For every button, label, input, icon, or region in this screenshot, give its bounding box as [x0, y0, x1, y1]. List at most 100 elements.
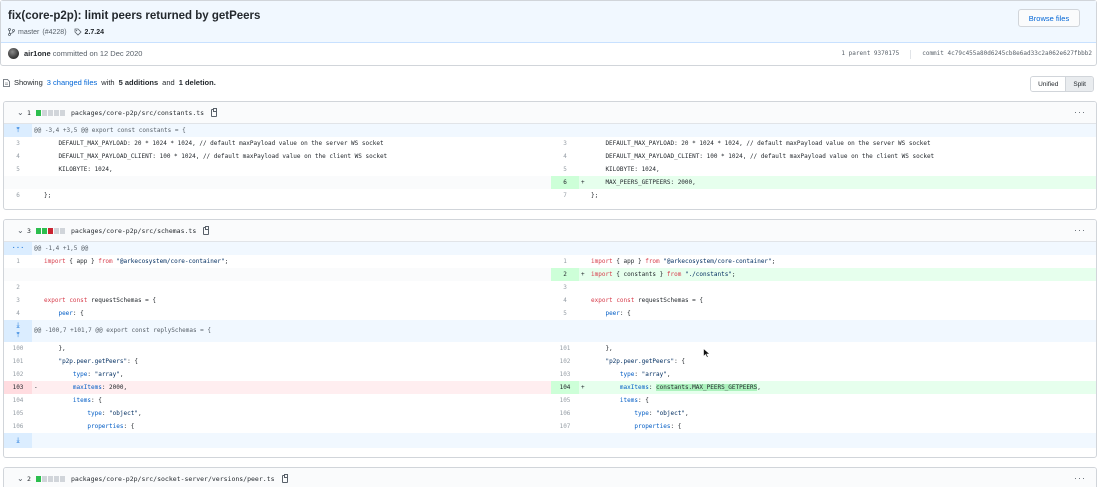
- expand-icon[interactable]: ⤓ ⤒: [4, 320, 32, 342]
- file-header: ⌄ 3 packages/core-p2p/src/schemas.ts ···: [4, 220, 1096, 242]
- expand-icon[interactable]: ···: [4, 242, 32, 255]
- code-line: peer: {: [605, 310, 631, 317]
- file-header: ⌄ 1 packages/core-p2p/src/constants.ts ·…: [4, 102, 1096, 124]
- line-number[interactable]: 4: [551, 150, 579, 163]
- line-number[interactable]: 6: [4, 189, 32, 202]
- code-line: DEFAULT_MAX_PAYLOAD_CLIENT: 100 * 1024, …: [591, 153, 935, 160]
- copy-icon[interactable]: [211, 107, 218, 117]
- chevron-down-icon[interactable]: ⌄: [17, 226, 27, 235]
- kebab-icon[interactable]: ···: [1074, 225, 1086, 235]
- line-number[interactable]: 1: [4, 255, 32, 268]
- line-number[interactable]: 3: [551, 281, 579, 294]
- diff-row: 6}; 7};: [4, 189, 1096, 202]
- browse-files-button[interactable]: Browse files: [1018, 9, 1080, 27]
- line-number[interactable]: 105: [551, 394, 579, 407]
- commit-author-line: air1one committed on 12 Dec 2020: [24, 49, 142, 58]
- line-number[interactable]: 7: [551, 189, 579, 202]
- chevron-down-icon[interactable]: ⌄: [17, 474, 27, 483]
- branch-name[interactable]: master: [18, 29, 39, 36]
- line-number[interactable]: 3: [551, 137, 579, 150]
- divider: [910, 50, 912, 59]
- line-number[interactable]: 103: [4, 381, 32, 394]
- line-number[interactable]: 5: [551, 163, 579, 176]
- right-side: 3 DEFAULT_MAX_PAYLOAD: 20 * 1024 * 1024,…: [551, 137, 1096, 150]
- expand-icon[interactable]: ⤒: [4, 124, 32, 137]
- right-side: 7};: [551, 189, 1096, 202]
- right-side: 101 },: [551, 342, 1096, 355]
- line-number[interactable]: 4: [4, 150, 32, 163]
- right-side: 104 + maxItems: constants.MAX_PEERS_GETPE…: [551, 381, 1096, 394]
- line-number[interactable]: 106: [4, 420, 32, 433]
- line-number[interactable]: 101: [551, 342, 579, 355]
- line-number[interactable]: 2: [551, 268, 579, 281]
- split-button[interactable]: Split: [1066, 77, 1093, 91]
- code-line: export const requestSchemas = {: [591, 297, 704, 304]
- diff-view-toggle: Unified Split: [1030, 76, 1094, 92]
- line-number[interactable]: 102: [551, 355, 579, 368]
- left-side: 3 export const requestSchemas = {: [4, 294, 551, 307]
- left-side: 104 items: {: [4, 394, 551, 407]
- line-number[interactable]: [4, 176, 32, 189]
- hunk-header: ··· @@ -1,4 +1,5 @@: [4, 242, 1096, 255]
- expand-icon[interactable]: ⤓: [4, 433, 32, 448]
- left-side: 3 DEFAULT_MAX_PAYLOAD: 20 * 1024 * 1024,…: [4, 137, 551, 150]
- diffstat-block: [48, 227, 53, 234]
- right-side: 4 DEFAULT_MAX_PAYLOAD_CLIENT: 100 * 1024…: [551, 150, 1096, 163]
- diff-row: 103- maxItems: 2000, 104 + maxItems: const…: [4, 381, 1096, 394]
- diffstat-block: [60, 109, 65, 116]
- line-number[interactable]: 107: [551, 420, 579, 433]
- right-side: 106 type: "object",: [551, 407, 1096, 420]
- left-side: 106 properties: {: [4, 420, 551, 433]
- commit-sha: commit 4c79c455a80d6245cb8e6ad33c2a062e6…: [922, 50, 1092, 57]
- line-number[interactable]: 4: [4, 307, 32, 320]
- diffstat-block: [54, 475, 59, 482]
- hunk-text: @@ -1,4 +1,5 @@: [34, 245, 89, 252]
- code-line: "p2p.peer.getPeers": {: [58, 358, 138, 365]
- author-name[interactable]: air1one: [24, 49, 51, 58]
- line-number[interactable]: 2: [4, 281, 32, 294]
- diffstat-block: [60, 227, 65, 234]
- changed-files-link[interactable]: 3 changed files: [47, 78, 97, 87]
- expand-footer: ⤓: [4, 433, 1096, 448]
- copy-icon[interactable]: [281, 473, 288, 483]
- file-path[interactable]: packages/core-p2p/src/socket-server/vers…: [71, 475, 275, 483]
- kebab-icon[interactable]: ···: [1074, 473, 1086, 483]
- line-number[interactable]: 105: [4, 407, 32, 420]
- line-number[interactable]: 106: [551, 407, 579, 420]
- line-number[interactable]: 6: [551, 176, 579, 189]
- hunk-header: ⤒ @@ -3,4 +3,5 @@ export const constants…: [4, 124, 1096, 137]
- line-number[interactable]: 4: [551, 294, 579, 307]
- code-line: "p2p.peer.getPeers": {: [605, 358, 685, 365]
- parent-sha[interactable]: 1 parent 9370175: [841, 50, 899, 59]
- code-line: };: [591, 192, 599, 199]
- change-count: 1: [27, 108, 31, 117]
- line-number[interactable]: [4, 268, 32, 281]
- line-number[interactable]: 1: [551, 255, 579, 268]
- copy-icon[interactable]: [203, 225, 210, 235]
- diff-rows: 3 DEFAULT_MAX_PAYLOAD: 20 * 1024 * 1024,…: [4, 137, 1096, 202]
- diff-row: 5 KILOBYTE: 1024, 5 KILOBYTE: 1024,: [4, 163, 1096, 176]
- left-side: 103- maxItems: 2000,: [4, 381, 551, 394]
- line-number[interactable]: 103: [551, 368, 579, 381]
- unified-button[interactable]: Unified: [1031, 77, 1067, 91]
- avatar[interactable]: [8, 48, 19, 59]
- line-number[interactable]: 104: [551, 381, 579, 394]
- tag-label[interactable]: 2.7.24: [85, 29, 104, 36]
- code-line: DEFAULT_MAX_PAYLOAD: 20 * 1024 * 1024, /…: [591, 140, 931, 147]
- file-path[interactable]: packages/core-p2p/src/schemas.ts: [71, 227, 196, 235]
- line-number[interactable]: 5: [551, 307, 579, 320]
- left-side: [4, 176, 551, 189]
- line-number[interactable]: 5: [4, 163, 32, 176]
- line-number[interactable]: 3: [4, 294, 32, 307]
- file-path[interactable]: packages/core-p2p/src/constants.ts: [71, 109, 204, 117]
- line-number[interactable]: 101: [4, 355, 32, 368]
- line-number[interactable]: 100: [4, 342, 32, 355]
- chevron-down-icon[interactable]: ⌄: [17, 108, 27, 117]
- line-number[interactable]: 102: [4, 368, 32, 381]
- diff-row: 3 DEFAULT_MAX_PAYLOAD: 20 * 1024 * 1024,…: [4, 137, 1096, 150]
- kebab-icon[interactable]: ···: [1074, 107, 1086, 117]
- line-number[interactable]: 104: [4, 394, 32, 407]
- pr-number[interactable]: (#4228): [42, 29, 66, 36]
- line-number[interactable]: 3: [4, 137, 32, 150]
- diffstat: [36, 109, 66, 116]
